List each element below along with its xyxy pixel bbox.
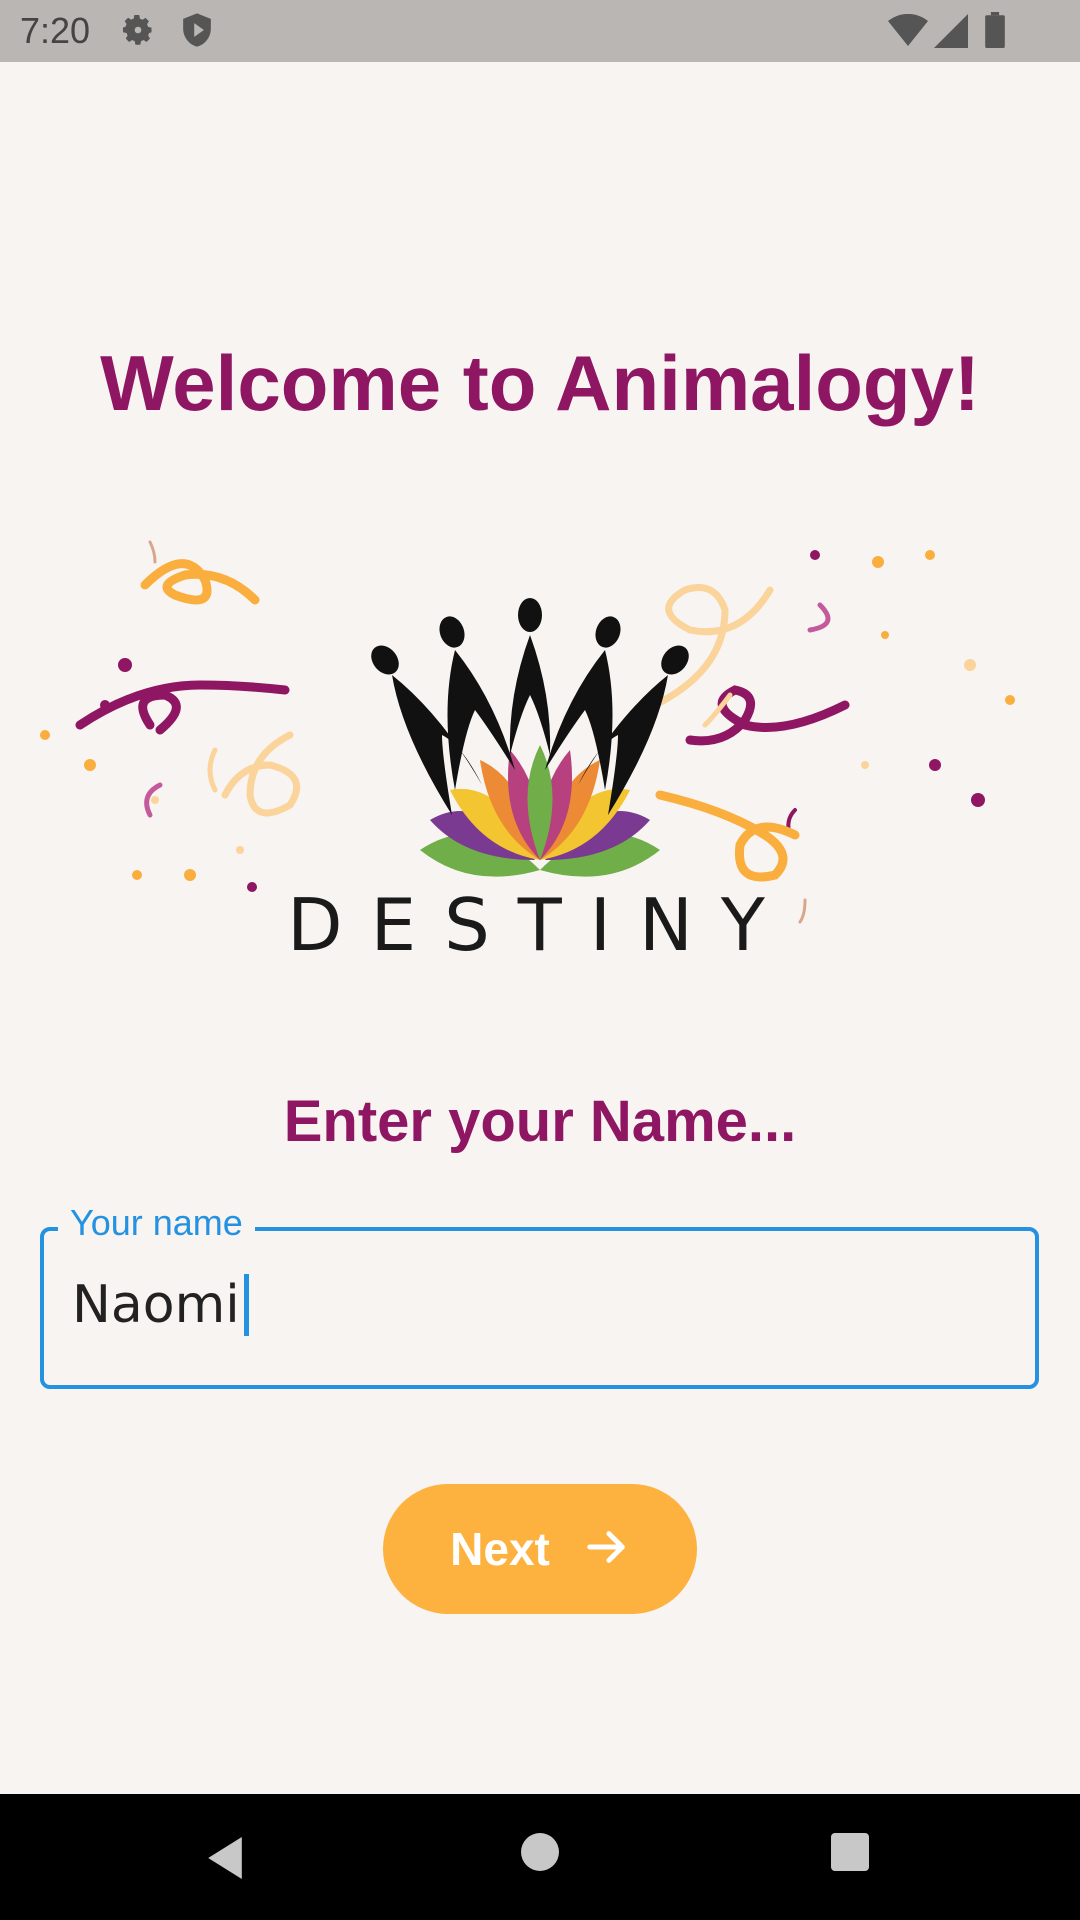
name-input-value[interactable]: Naomi	[72, 1275, 240, 1335]
next-button-label: Next	[450, 1523, 550, 1575]
status-time: 7:20	[20, 10, 91, 51]
arrow-right-icon	[584, 1524, 630, 1575]
logo-wordmark: DESTINY	[287, 883, 793, 967]
name-input-value-wrap[interactable]: Naomi	[72, 1274, 249, 1336]
shield-icon	[180, 12, 214, 53]
status-bar: 7:20	[0, 0, 1080, 62]
recents-icon[interactable]	[830, 1832, 870, 1877]
welcome-title: Welcome to Animalogy!	[100, 339, 980, 427]
signal-icon	[934, 14, 968, 53]
back-icon[interactable]	[204, 1834, 246, 1887]
next-button[interactable]: Next	[383, 1484, 697, 1614]
name-input-label: Your name	[58, 1202, 255, 1244]
navigation-bar	[0, 1794, 1080, 1920]
wifi-icon	[888, 13, 928, 53]
name-prompt: Enter your Name...	[283, 1089, 797, 1154]
home-icon[interactable]	[520, 1832, 560, 1877]
destiny-logo: DESTINY	[30, 520, 1050, 970]
text-caret	[243, 1274, 249, 1336]
gear-icon	[120, 12, 156, 53]
battery-icon	[984, 12, 1006, 53]
